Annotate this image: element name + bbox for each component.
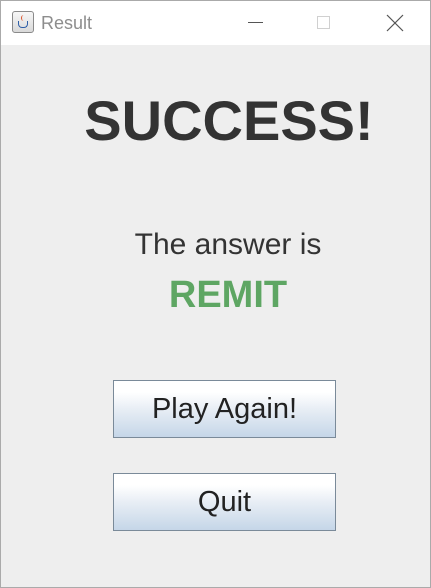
java-cup-icon [12,11,34,33]
close-button[interactable] [372,1,418,45]
answer-label: The answer is [134,228,322,261]
title-bar[interactable]: Result [1,1,430,45]
quit-button[interactable]: Quit [113,473,336,531]
success-headline: SUCCESS! [84,89,374,152]
maximize-icon [317,16,330,29]
window-title: Result [41,13,93,33]
play-again-button[interactable]: Play Again! [113,380,336,438]
close-icon [386,14,404,32]
result-window: Result SUCCESS! The answer is REMIT Play… [0,0,431,588]
minimize-button[interactable] [233,1,279,45]
minimize-icon [248,22,263,23]
answer-word: REMIT [168,274,288,316]
maximize-button [301,1,347,45]
